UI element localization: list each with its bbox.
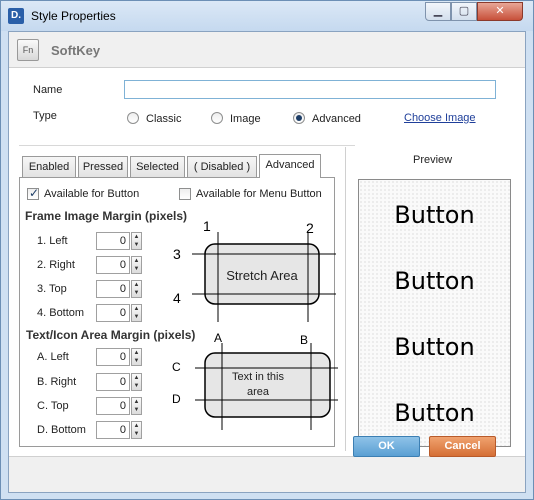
type-classic-label: Classic: [146, 113, 182, 125]
maximize-icon: ▢: [458, 5, 470, 17]
frame-margin-title: Frame Image Margin (pixels): [25, 209, 188, 223]
frame-bottom-input[interactable]: 0: [96, 304, 130, 322]
preview-button: Button: [394, 201, 475, 229]
frame-diagram-label-4: 4: [173, 290, 181, 306]
tab-disabled[interactable]: ( Disabled ): [187, 156, 257, 178]
name-label: Name: [33, 84, 63, 96]
tab-pressed[interactable]: Pressed: [78, 156, 128, 178]
frame-diagram-label-3: 3: [173, 246, 181, 262]
window-title: Style Properties: [31, 9, 116, 23]
stretch-area-label: Stretch Area: [226, 268, 298, 283]
type-label: Type: [33, 110, 57, 122]
fn-key-icon: Fn: [17, 39, 39, 61]
frame-left-input[interactable]: 0: [96, 232, 130, 250]
available-for-menu-label: Available for Menu Button: [196, 188, 322, 200]
frame-top-label: 3. Top: [37, 283, 67, 295]
maximize-button[interactable]: ▢: [451, 2, 477, 21]
app-logo-icon: D.: [8, 8, 24, 24]
text-diagram-label-d: D: [172, 392, 181, 406]
name-input[interactable]: [124, 80, 496, 99]
preview-label: Preview: [413, 154, 453, 166]
available-for-menu-checkbox[interactable]: [179, 188, 191, 200]
frame-right-input[interactable]: 0: [96, 256, 130, 274]
text-area-label: Text in this area: [232, 371, 284, 398]
preview-button: Button: [394, 267, 475, 295]
text-left-input[interactable]: 0: [96, 348, 130, 366]
advanced-panel: Available for Button Available for Menu …: [19, 177, 338, 447]
text-right-input[interactable]: 0: [96, 373, 130, 391]
header-title: SoftKey: [51, 43, 101, 58]
close-button[interactable]: ✕: [477, 2, 523, 21]
type-radio-image[interactable]: [211, 112, 223, 124]
vertical-divider: [345, 147, 346, 451]
text-diagram-label-a: A: [214, 331, 223, 345]
frame-bottom-label: 4. Bottom: [37, 307, 85, 319]
header-band: Fn SoftKey: [9, 32, 525, 68]
cancel-button[interactable]: Cancel: [429, 436, 496, 457]
text-margin-title: Text/Icon Area Margin (pixels): [26, 328, 196, 342]
frame-right-label: 2. Right: [37, 259, 75, 271]
text-bottom-spinner[interactable]: ▲ ▼: [131, 421, 142, 439]
tab-selected[interactable]: Selected: [130, 156, 185, 178]
preview-area: Button Button Button Button: [358, 179, 511, 447]
text-left-label: A. Left: [37, 351, 69, 363]
type-image-label: Image: [230, 113, 261, 125]
frame-diagram-label-2: 2: [306, 220, 314, 236]
text-right-spinner[interactable]: ▲ ▼: [131, 373, 142, 391]
close-icon: ✕: [495, 5, 505, 17]
text-top-input[interactable]: 0: [96, 397, 130, 415]
minimize-button[interactable]: ▁: [425, 2, 451, 21]
frame-left-label: 1. Left: [37, 235, 68, 247]
text-diagram-label-c: C: [172, 360, 181, 374]
dialog-body: Fn SoftKey Name Type Classic Image Advan…: [8, 31, 526, 493]
ok-button[interactable]: OK: [353, 436, 420, 457]
frame-top-input[interactable]: 0: [96, 280, 130, 298]
type-radio-advanced[interactable]: [293, 112, 305, 124]
type-radio-classic[interactable]: [127, 112, 139, 124]
frame-diagram-label-1: 1: [203, 218, 211, 234]
text-diagram-label-b: B: [300, 333, 309, 347]
dialog-footer: [9, 456, 525, 492]
frame-bottom-spinner[interactable]: ▲ ▼: [131, 304, 142, 322]
text-bottom-input[interactable]: 0: [96, 421, 130, 439]
tab-enabled[interactable]: Enabled: [22, 156, 76, 178]
preview-button: Button: [394, 399, 475, 427]
text-right-label: B. Right: [37, 376, 77, 388]
type-advanced-label: Advanced: [312, 113, 361, 125]
text-left-spinner[interactable]: ▲ ▼: [131, 348, 142, 366]
available-for-button-checkbox[interactable]: [27, 186, 39, 200]
choose-image-link[interactable]: Choose Image: [404, 112, 476, 124]
text-top-spinner[interactable]: ▲ ▼: [131, 397, 142, 415]
frame-top-spinner[interactable]: ▲ ▼: [131, 280, 142, 298]
text-top-label: C. Top: [37, 400, 69, 412]
dialog-window: D. Style Properties ▁ ▢ ✕ Fn SoftKey Nam…: [0, 0, 534, 500]
frame-right-spinner[interactable]: ▲ ▼: [131, 256, 142, 274]
divider: [19, 145, 355, 146]
minimize-icon: ▁: [433, 5, 443, 17]
title-bar[interactable]: D. Style Properties ▁ ▢ ✕: [1, 1, 533, 31]
text-bottom-label: D. Bottom: [37, 424, 86, 436]
tab-advanced[interactable]: Advanced: [259, 154, 321, 178]
frame-left-spinner[interactable]: ▲ ▼: [131, 232, 142, 250]
preview-button: Button: [394, 333, 475, 361]
available-for-button-label: Available for Button: [44, 188, 140, 200]
